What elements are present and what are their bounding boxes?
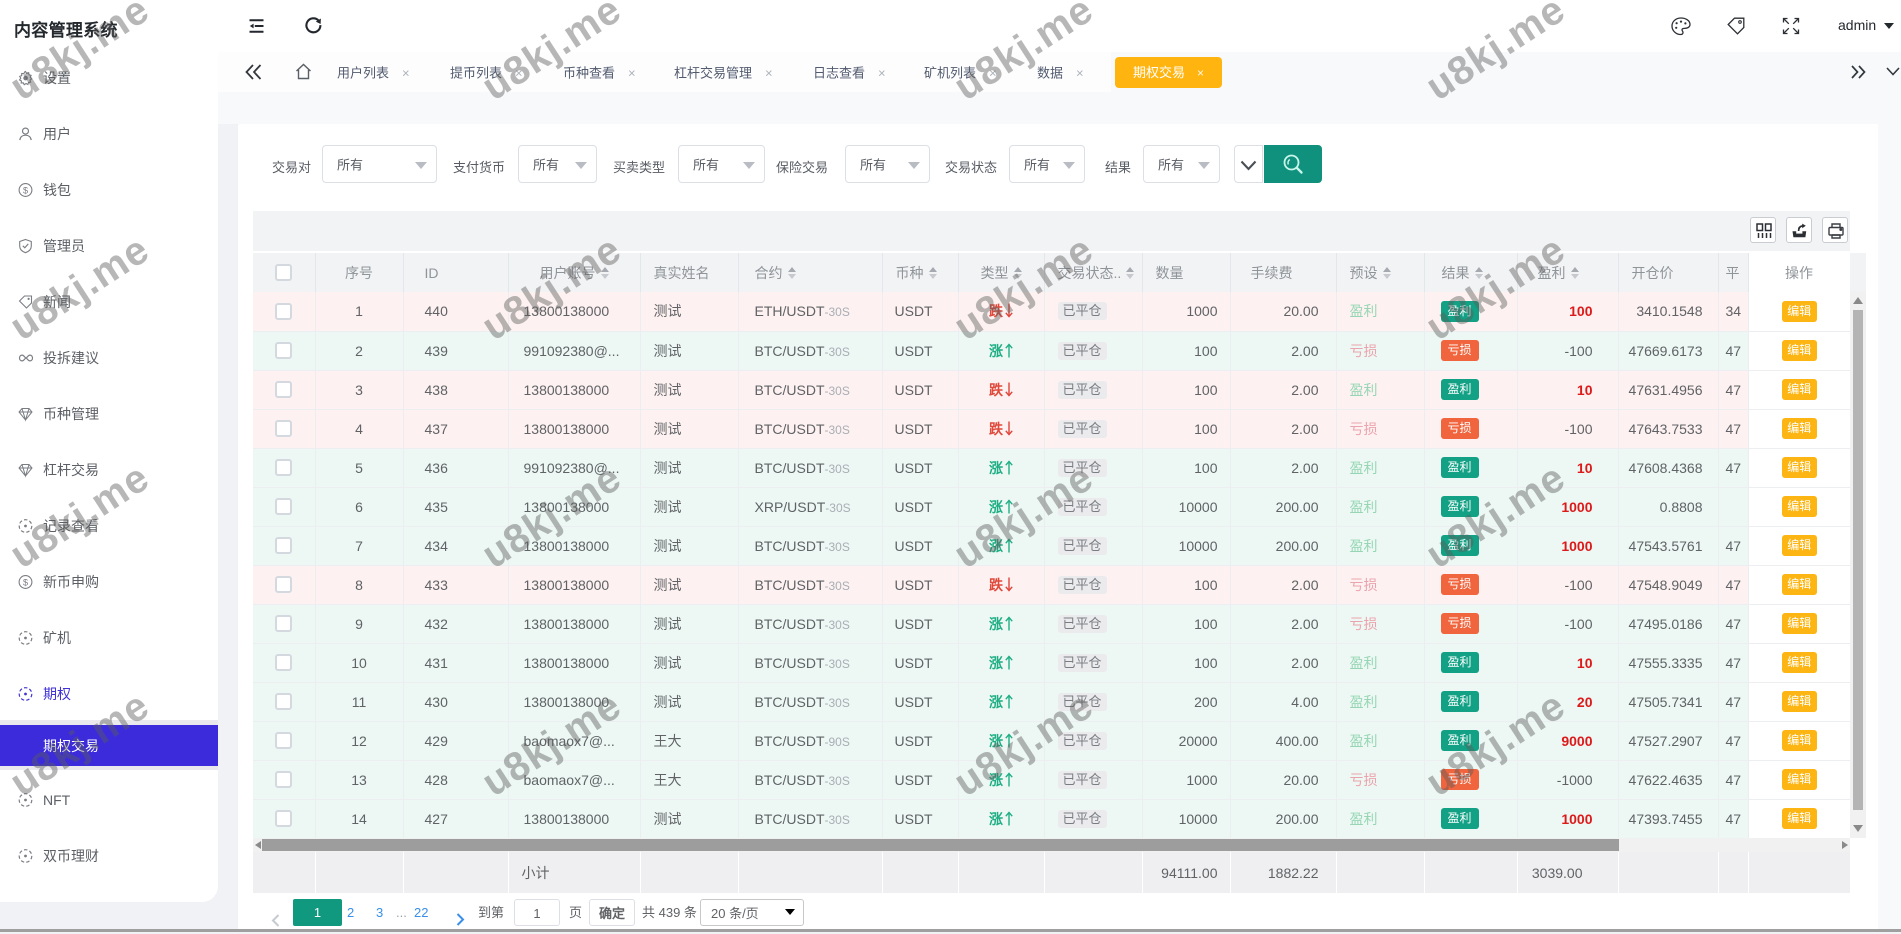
svg-text:$: $ bbox=[23, 185, 28, 195]
svg-text:$: $ bbox=[23, 577, 28, 587]
